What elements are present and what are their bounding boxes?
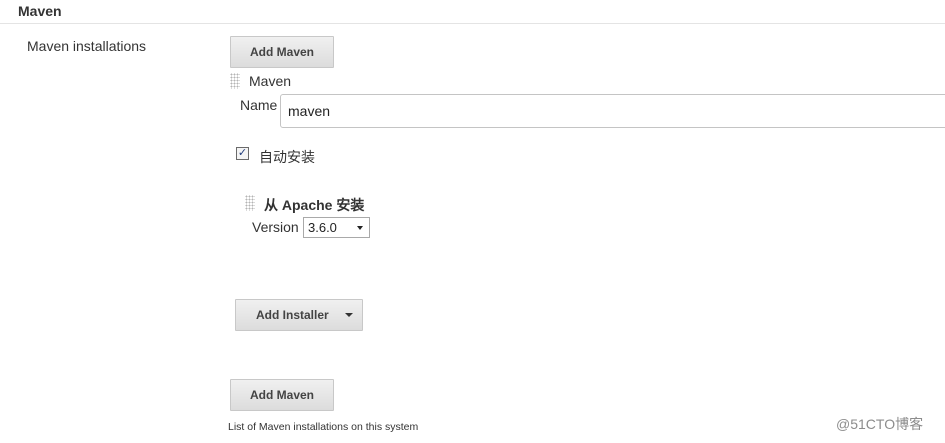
caret-down-icon xyxy=(345,313,353,317)
drag-handle-icon[interactable] xyxy=(230,73,240,89)
auto-install-label: 自动安装 xyxy=(259,149,315,165)
add-maven-button-bottom[interactable]: Add Maven xyxy=(230,379,334,411)
section-divider xyxy=(0,23,945,24)
maven-config-section: Maven Maven installations Add Maven Mave… xyxy=(0,0,945,443)
watermark: @51CTO博客 xyxy=(836,416,924,432)
maven-entry-title: Maven xyxy=(249,73,292,89)
maven-installations-label: Maven installations xyxy=(27,38,147,54)
version-selected-value: 3.6.0 xyxy=(308,220,337,235)
name-input[interactable] xyxy=(280,94,945,128)
help-text: List of Maven installations on this syst… xyxy=(228,421,419,433)
auto-install-checkbox[interactable]: ✓ xyxy=(236,147,249,160)
add-maven-button[interactable]: Add Maven xyxy=(230,36,334,68)
name-label: Name xyxy=(240,97,278,113)
add-installer-button[interactable]: Add Installer xyxy=(235,299,363,331)
apache-installer-title: 从 Apache 安装 xyxy=(264,197,365,213)
chevron-down-icon xyxy=(357,226,363,230)
drag-handle-icon[interactable] xyxy=(245,195,255,211)
version-label: Version xyxy=(252,219,299,235)
version-select[interactable]: 3.6.0 xyxy=(303,217,370,238)
checkmark-icon: ✓ xyxy=(237,147,248,159)
section-title: Maven xyxy=(18,3,62,19)
add-installer-label: Add Installer xyxy=(256,308,329,322)
